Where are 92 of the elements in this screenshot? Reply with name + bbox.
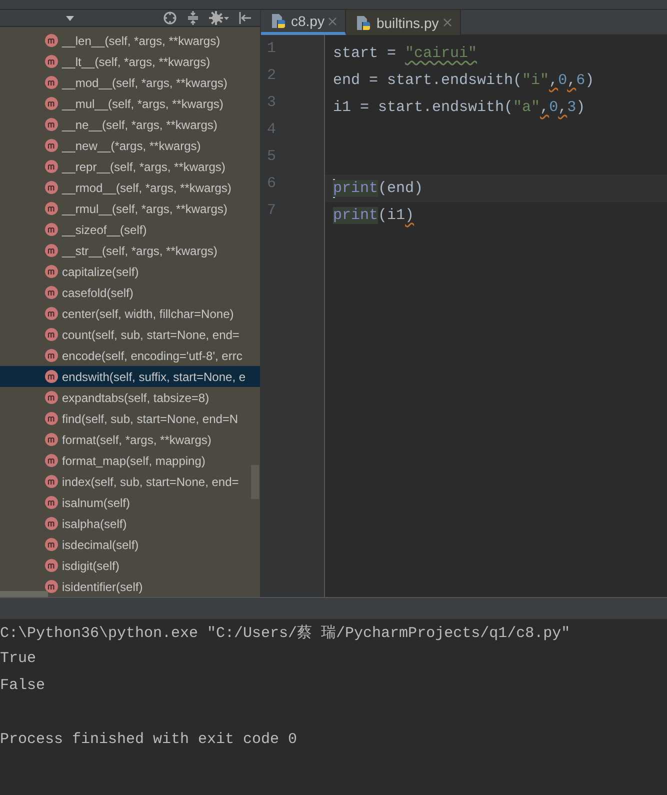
method-icon — [45, 538, 58, 551]
structure-item[interactable]: center(self, width, fillchar=None) — [0, 303, 260, 324]
python-file-icon — [356, 14, 372, 30]
structure-item[interactable]: count(self, sub, start=None, end= — [0, 324, 260, 345]
code-token: 6 — [576, 72, 586, 89]
python-file-icon — [271, 13, 287, 29]
method-icon — [45, 76, 58, 89]
method-icon — [45, 391, 58, 404]
code-token: 3 — [567, 99, 576, 116]
structure-item[interactable]: __len__(self, *args, **kwargs) — [0, 30, 260, 51]
structure-item[interactable]: __str__(self, *args, **kwargs) — [0, 240, 260, 261]
structure-item[interactable]: casefold(self) — [0, 282, 260, 303]
method-icon — [45, 244, 58, 257]
structure-item[interactable]: endswith(self, suffix, start=None, e — [0, 366, 260, 387]
code-token: ) — [585, 72, 594, 89]
structure-item[interactable]: __ne__(self, *args, **kwargs) — [0, 114, 260, 135]
structure-item[interactable]: isidentifier(self) — [0, 576, 260, 597]
structure-item[interactable]: format_map(self, mapping) — [0, 450, 260, 471]
method-icon — [45, 475, 58, 488]
method-icon — [45, 34, 58, 47]
dropdown-caret-icon[interactable] — [66, 16, 74, 20]
method-icon — [45, 97, 58, 110]
scrollbar-thumb[interactable] — [0, 591, 48, 597]
method-icon — [45, 307, 58, 320]
method-icon — [45, 328, 58, 341]
method-icon — [45, 349, 58, 362]
structure-item[interactable]: find(self, sub, start=None, end=N — [0, 408, 260, 429]
editor-tab[interactable]: c8.py — [261, 10, 346, 35]
code-token: "i" — [522, 72, 550, 89]
structure-item[interactable]: expandtabs(self, tabsize=8) — [0, 387, 260, 408]
structure-item[interactable]: __rmod__(self, *args, **kwargs) — [0, 177, 260, 198]
method-icon — [45, 517, 58, 530]
structure-item[interactable]: capitalize(self) — [0, 261, 260, 282]
code-token: end = start.endswith( — [333, 72, 522, 89]
collapse-icon[interactable] — [186, 11, 200, 25]
structure-item[interactable]: encode(self, encoding='utf-8', errc — [0, 345, 260, 366]
code-token: ) — [405, 207, 414, 224]
scrollbar-thumb[interactable] — [251, 465, 259, 499]
code-token: (i1 — [378, 207, 406, 224]
structure-item[interactable]: __sizeof__(self) — [0, 219, 260, 240]
method-icon — [45, 265, 58, 278]
code-token: ) — [576, 99, 586, 116]
exit-message: Process finished with exit code 0 — [0, 731, 298, 750]
console-line: True — [0, 650, 38, 669]
method-icon — [45, 181, 58, 194]
method-icon — [45, 160, 58, 173]
structure-item[interactable]: index(self, sub, start=None, end= — [0, 471, 260, 492]
structure-item[interactable]: isalnum(self) — [0, 492, 260, 513]
close-icon[interactable] — [328, 16, 338, 26]
settings-icon[interactable] — [209, 11, 229, 25]
structure-item[interactable]: isalpha(self) — [0, 513, 260, 534]
close-icon[interactable] — [442, 18, 452, 27]
pin-left-icon[interactable] — [238, 11, 252, 25]
code-token: , — [558, 99, 568, 116]
method-icon — [45, 370, 58, 383]
method-icon — [45, 559, 58, 572]
code-token: 0 — [549, 99, 558, 116]
crosshair-icon[interactable] — [163, 11, 177, 25]
method-icon — [45, 202, 58, 215]
method-icon — [45, 55, 58, 68]
code-token: (end) — [378, 180, 424, 197]
code-token: , — [549, 72, 558, 89]
code-token: , — [540, 99, 550, 116]
code-token: 0 — [558, 72, 568, 89]
method-icon — [45, 223, 58, 236]
code-token: print — [333, 207, 378, 224]
method-icon — [45, 139, 58, 152]
structure-item[interactable]: __rmul__(self, *args, **kwargs) — [0, 198, 260, 219]
structure-item[interactable]: __repr__(self, *args, **kwargs) — [0, 156, 260, 177]
structure-item[interactable]: isdigit(self) — [0, 555, 260, 576]
method-icon — [45, 454, 58, 467]
structure-item[interactable]: format(self, *args, **kwargs) — [0, 429, 260, 450]
method-icon — [45, 496, 58, 509]
structure-item[interactable]: __mod__(self, *args, **kwargs) — [0, 72, 260, 93]
structure-item[interactable]: __mul__(self, *args, **kwargs) — [0, 93, 260, 114]
method-icon — [45, 433, 58, 446]
code-token: "a" — [513, 99, 540, 116]
code-token: "cairui" — [405, 45, 478, 62]
method-icon — [45, 118, 58, 131]
structure-item[interactable]: __new__(*args, **kwargs) — [0, 135, 260, 156]
code-token: i1 = start.endswith( — [333, 99, 514, 116]
method-icon — [45, 580, 58, 593]
console-line: C:\Python36\python.exe "C:/Users/蔡 瑞/PycharmProjects/q1/c8.py" — [0, 624, 572, 644]
code-token: , — [567, 72, 576, 89]
structure-item[interactable]: __lt__(self, *args, **kwargs) — [0, 51, 260, 72]
method-icon — [45, 412, 58, 425]
structure-item[interactable]: isdecimal(self) — [0, 534, 260, 555]
console-line: False — [0, 677, 46, 696]
method-icon — [45, 286, 58, 299]
code-token: print — [333, 180, 378, 197]
code-token: start = — [333, 45, 398, 62]
editor-tab[interactable]: builtins.py — [346, 10, 461, 35]
